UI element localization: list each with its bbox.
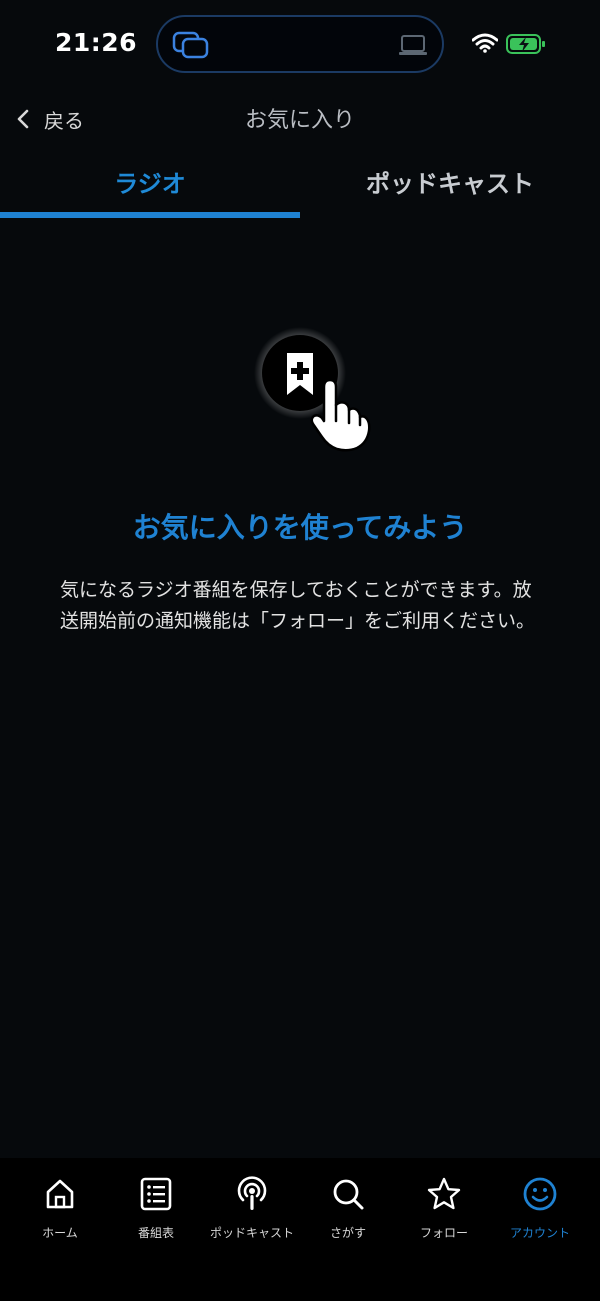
- empty-state-description: 気になるラジオ番組を保存しておくことができます。放送開始前の通知機能は「フォロー…: [60, 579, 536, 632]
- nav-home[interactable]: ホーム: [10, 1168, 110, 1258]
- laptop-icon: [399, 35, 427, 55]
- nav-account-label: アカウント: [509, 1226, 570, 1240]
- smiley-icon: [523, 1177, 557, 1211]
- bottom-navigation: ホーム 番組表 ポッドキャスト さがす フォロー アカウント: [0, 1158, 600, 1301]
- nav-follow[interactable]: フォロー: [394, 1168, 494, 1258]
- screen-mirroring-icon: [172, 31, 209, 59]
- search-icon: [333, 1179, 364, 1210]
- battery-icon: [506, 34, 545, 54]
- nav-program-list-label: 番組表: [137, 1226, 174, 1240]
- tab-podcast[interactable]: ポッドキャスト: [300, 150, 600, 212]
- nav-home-label: ホーム: [42, 1226, 78, 1240]
- nav-program-list[interactable]: 番組表: [106, 1168, 206, 1258]
- dynamic-island[interactable]: [156, 15, 444, 73]
- status-bar: 21:26: [0, 0, 600, 90]
- nav-podcast-label: ポッドキャスト: [209, 1226, 294, 1240]
- nav-follow-label: フォロー: [419, 1226, 468, 1240]
- page-title: お気に入り: [244, 108, 355, 133]
- empty-state-title: お気に入りを使ってみよう: [132, 511, 468, 544]
- star-icon: [427, 1177, 461, 1210]
- tab-bar: ラジオ ポッドキャスト: [0, 150, 600, 218]
- home-icon: [46, 1179, 74, 1209]
- tab-radio[interactable]: ラジオ: [0, 150, 300, 212]
- nav-account[interactable]: アカウント: [490, 1168, 590, 1258]
- nav-search-label: さがす: [329, 1226, 366, 1240]
- status-time: 21:26: [55, 28, 138, 57]
- program-list-icon: [140, 1177, 172, 1211]
- active-tab-indicator: [0, 212, 300, 218]
- bookmark-tap-illustration: [254, 327, 371, 452]
- nav-podcast[interactable]: ポッドキャスト: [202, 1168, 302, 1258]
- nav-search[interactable]: さがす: [298, 1168, 398, 1258]
- navigation-header: 戻る お気に入り: [0, 90, 600, 150]
- wifi-icon: [472, 33, 498, 53]
- podcast-icon: [237, 1176, 267, 1210]
